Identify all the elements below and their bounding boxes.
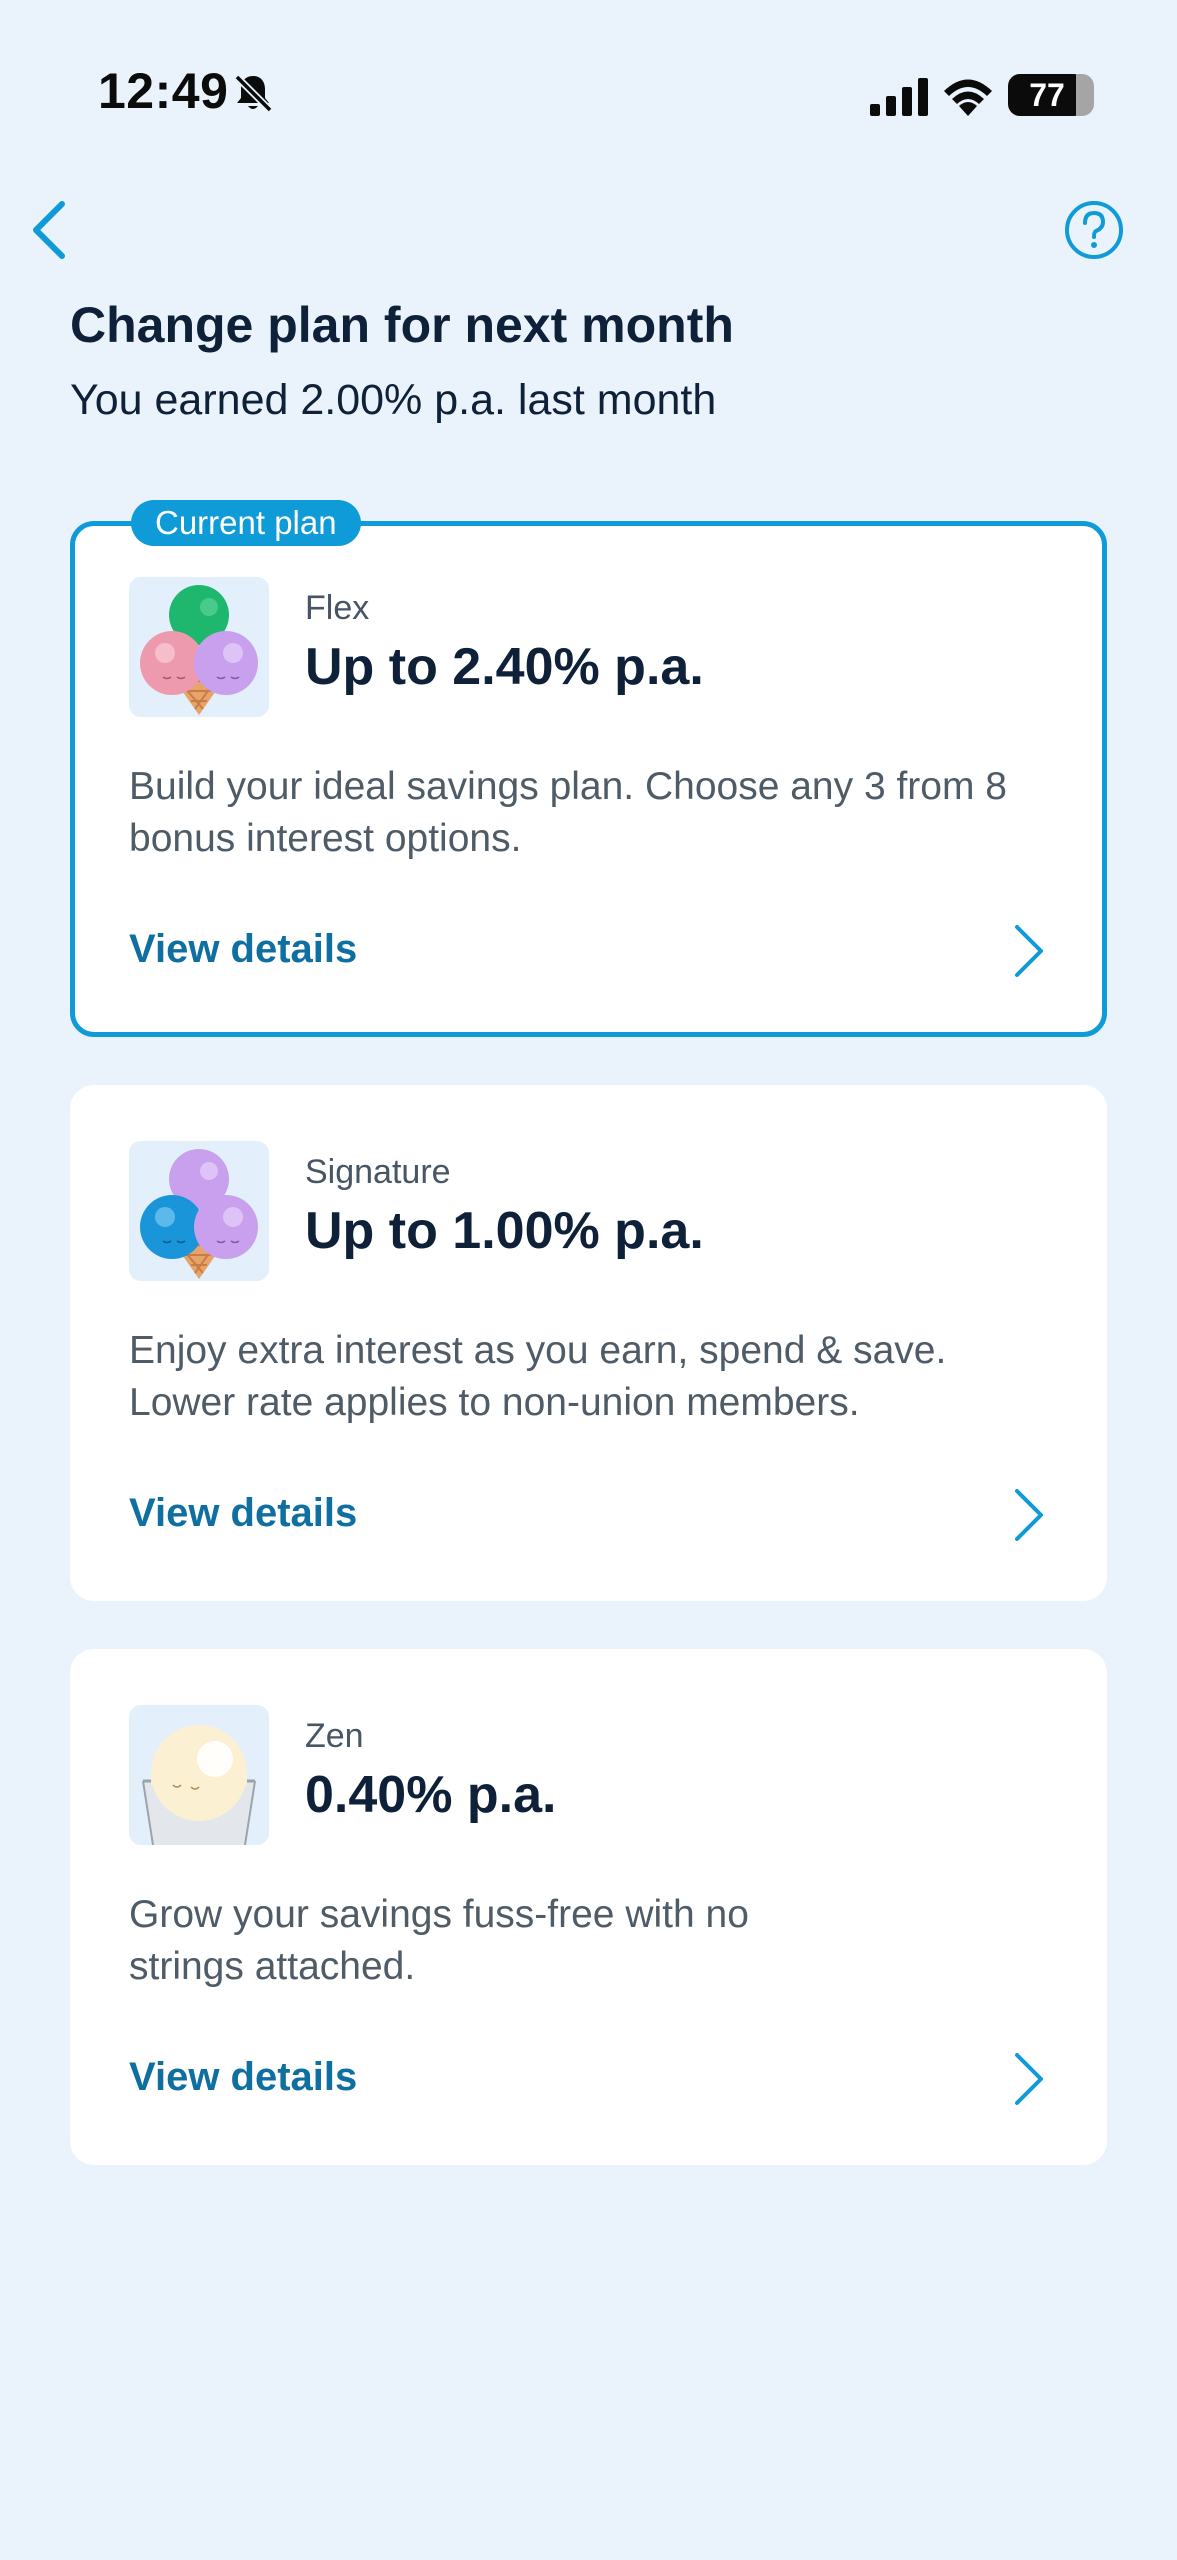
ice-cream-cup-icon (129, 1705, 269, 1845)
bell-slash-icon (234, 74, 273, 113)
battery-nub (1089, 88, 1094, 102)
status-bar: 12:49 77 (0, 0, 1177, 190)
current-plan-badge: Current plan (131, 500, 361, 546)
chevron-left-icon[interactable] (14, 190, 94, 270)
status-time: 12:49 (98, 63, 229, 119)
signal-icon (870, 78, 928, 116)
view-details-link[interactable]: View details (129, 921, 1049, 981)
plan-card-zen[interactable]: Zen 0.40% p.a. Grow your savings fuss-fr… (70, 1649, 1107, 2165)
question-circle-icon[interactable] (1062, 198, 1126, 262)
view-details-link[interactable]: View details (129, 1485, 1049, 1545)
ice-cream-three-scoops-icon (129, 1141, 269, 1281)
plan-name: Flex (305, 589, 370, 627)
plan-rate: Up to 1.00% p.a. (305, 1202, 704, 1260)
battery-icon: 77 (1008, 74, 1094, 116)
plan-description: Grow your savings fuss-free with no stri… (129, 1893, 749, 1988)
plan-name: Signature (305, 1153, 451, 1191)
plan-card-signature[interactable]: Signature Up to 1.00% p.a. Enjoy extra i… (70, 1085, 1107, 1601)
view-details-link[interactable]: View details (129, 2049, 1049, 2109)
ice-cream-three-scoops-icon (129, 577, 269, 717)
chevron-right-icon (1015, 925, 1043, 977)
wifi-icon (944, 79, 992, 116)
chevron-right-icon (1015, 2053, 1043, 2105)
plan-description: Build your ideal savings plan. Choose an… (129, 765, 1007, 860)
battery-percentage: 77 (1029, 77, 1065, 113)
plan-name: Zen (305, 1717, 364, 1755)
plan-rate: 0.40% p.a. (305, 1766, 557, 1824)
page-title: Change plan for next month (70, 297, 734, 353)
view-details-label: View details (129, 927, 358, 971)
chevron-right-icon (1015, 1489, 1043, 1541)
plan-rate: Up to 2.40% p.a. (305, 638, 704, 696)
view-details-label: View details (129, 2055, 358, 2099)
plan-description: Enjoy extra interest as you earn, spend … (129, 1329, 947, 1424)
page-subtitle: You earned 2.00% p.a. last month (70, 376, 717, 424)
plan-card-flex[interactable]: Current plan Flex Up to 2.40% p.a. Build… (70, 500, 1107, 1037)
view-details-label: View details (129, 1491, 358, 1535)
